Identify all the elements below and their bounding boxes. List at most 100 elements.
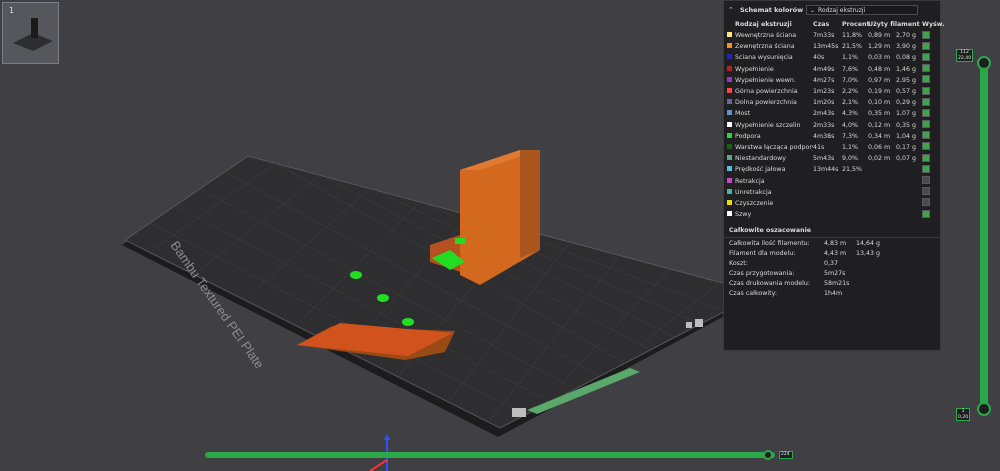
extrusion-type-select[interactable]: ⌄ Rodzaj ekstruzji [806,5,918,15]
extrusion-time: 7m33s [813,32,835,40]
color-swatch [727,132,732,138]
visibility-checkbox[interactable] [922,97,930,106]
filament-weight: 0,35 g [896,121,917,129]
extrusion-name: Prędkość jałowa [735,166,786,174]
legend-row: Dolna powierzchnia 1m20s 2,1% 0,10 m 0,29 g [724,97,940,108]
layer-bottom-handle[interactable] [977,402,991,416]
move-slider-handle[interactable] [763,450,773,460]
summary-row: Koszt: 0,37 [724,258,940,268]
visibility-checkbox[interactable] [922,41,930,50]
visibility-checkbox[interactable] [922,164,930,173]
extrusion-percent: 2,1% [842,99,858,107]
extrusion-percent: 21,5% [842,43,863,51]
extrusion-time: 4m49s [813,65,835,73]
extrusion-time: 2m43s [813,110,835,118]
visibility-checkbox[interactable] [922,30,930,39]
color-swatch [727,54,732,60]
color-swatch [727,199,732,205]
visibility-checkbox[interactable] [922,120,930,129]
visibility-checkbox[interactable] [922,86,930,95]
legend-row: Niestandardowy 5m43s 9,0% 0,02 m 0,07 g [724,153,940,164]
summary-row: Czas drukowania modelu: 58m21s [724,278,940,288]
extrusion-time: 13m45s [813,43,839,51]
extrusion-percent: 7,6% [842,65,858,73]
extrusion-name: Górna powierzchnia [735,88,798,96]
select-value: Rodzaj ekstruzji [818,6,866,14]
legend-row: Zewnętrzna ściana 13m45s 21,5% 1,29 m 3,90 g [724,41,940,52]
color-swatch [727,88,732,94]
legend-row: Górna powierzchnia 1m23s 2,2% 0,19 m 0,57 g [724,86,940,97]
color-swatch [727,76,732,82]
collapse-chevron-icon[interactable]: ⌃ [728,6,736,14]
visibility-checkbox[interactable] [922,153,930,162]
filament-length: 0,34 m [868,132,891,140]
visibility-checkbox[interactable] [922,176,930,185]
filament-length: 0,10 m [868,99,891,107]
color-swatch [727,99,732,105]
layer-bottom-label: 1 0,20 [956,408,971,421]
visibility-checkbox[interactable] [922,131,930,140]
extrusion-name: Retrakcja [735,177,765,185]
extrusion-name: Dolna powierzchnia [735,99,797,107]
filament-weight: 0,07 g [896,155,917,163]
legend-row: Wypełnienie wewn. 4m27s 7,0% 0,97 m 2,95 g [724,75,940,86]
extrusion-name: Podpora [735,132,761,140]
filament-weight: 1,46 g [896,65,917,73]
summary-label: Czas całkowity: [729,289,777,297]
layer-slider-track[interactable] [980,62,988,410]
color-swatch [727,177,732,183]
legend-row: Unretrakcja [724,187,940,198]
visibility-checkbox[interactable] [922,75,930,84]
filament-length: 0,06 m [868,143,891,151]
filament-weight: 0,29 g [896,99,917,107]
color-swatch [727,32,732,38]
extrusion-name: Wypełnienie szczelin [735,121,801,129]
filament-length: 0,97 m [868,76,891,84]
color-swatch [727,211,732,217]
plate-thumbnail[interactable]: 1 [2,2,59,64]
col-header-filament: Użyty filament [868,21,920,28]
summary-value: 0,37 [824,259,839,267]
legend-row: Prędkość jałowa 13m44s 21,5% [724,164,940,175]
filament-weight: 1,07 g [896,110,917,118]
summary-row: Czas całkowity: 1h4m [724,288,940,298]
extrusion-time: 40s [813,54,825,62]
filament-weight: 1,04 g [896,132,917,140]
extrusion-time: 4m27s [813,76,835,84]
color-scheme-panel: ⌃ Schemat kolorów ⌄ Rodzaj ekstruzji Rod… [723,0,945,351]
summary-value: 4,43 m [824,249,847,257]
visibility-checkbox[interactable] [922,52,930,61]
visibility-checkbox[interactable] [922,108,930,117]
col-header-time: Czas [813,21,830,28]
summary-value: 58m21s [824,279,850,287]
extrusion-name: Wypełnienie [735,65,774,73]
extrusion-percent: 4,0% [842,121,858,129]
extrusion-time: 41s [813,143,825,151]
color-swatch [727,166,732,172]
filament-weight: 2,70 g [896,32,917,40]
summary-row: Całkowita ilość filamentu: 4,83 m 14,64 g [724,238,940,248]
layer-top-handle[interactable] [977,56,991,70]
visibility-checkbox[interactable] [922,142,930,151]
color-swatch [727,143,732,149]
extrusion-name: Most [735,110,751,118]
legend-row: Wypełnienie 4m49s 7,6% 0,48 m 1,46 g [724,64,940,75]
move-slider-track[interactable] [205,452,775,458]
color-swatch [727,110,732,116]
visibility-checkbox[interactable] [922,187,930,196]
visibility-checkbox[interactable] [922,209,930,218]
summary-value: 1h4m [824,289,843,297]
extrusion-percent: 2,2% [842,88,858,96]
move-slider-value: 224 [779,451,793,459]
color-swatch [727,65,732,71]
extrusion-name: Ściana wysunięcia [735,54,793,62]
visibility-checkbox[interactable] [922,198,930,207]
legend-row: Wypełnienie szczelin 2m33s 4,0% 0,12 m 0,35 … [724,120,940,131]
extrusion-time: 13m44s [813,166,839,174]
extrusion-percent: 21,5% [842,166,863,174]
extrusion-percent: 9,0% [842,155,858,163]
filament-weight: 0,17 g [896,143,917,151]
visibility-checkbox[interactable] [922,64,930,73]
extrusion-percent: 1,1% [842,143,858,151]
color-swatch [727,155,732,161]
